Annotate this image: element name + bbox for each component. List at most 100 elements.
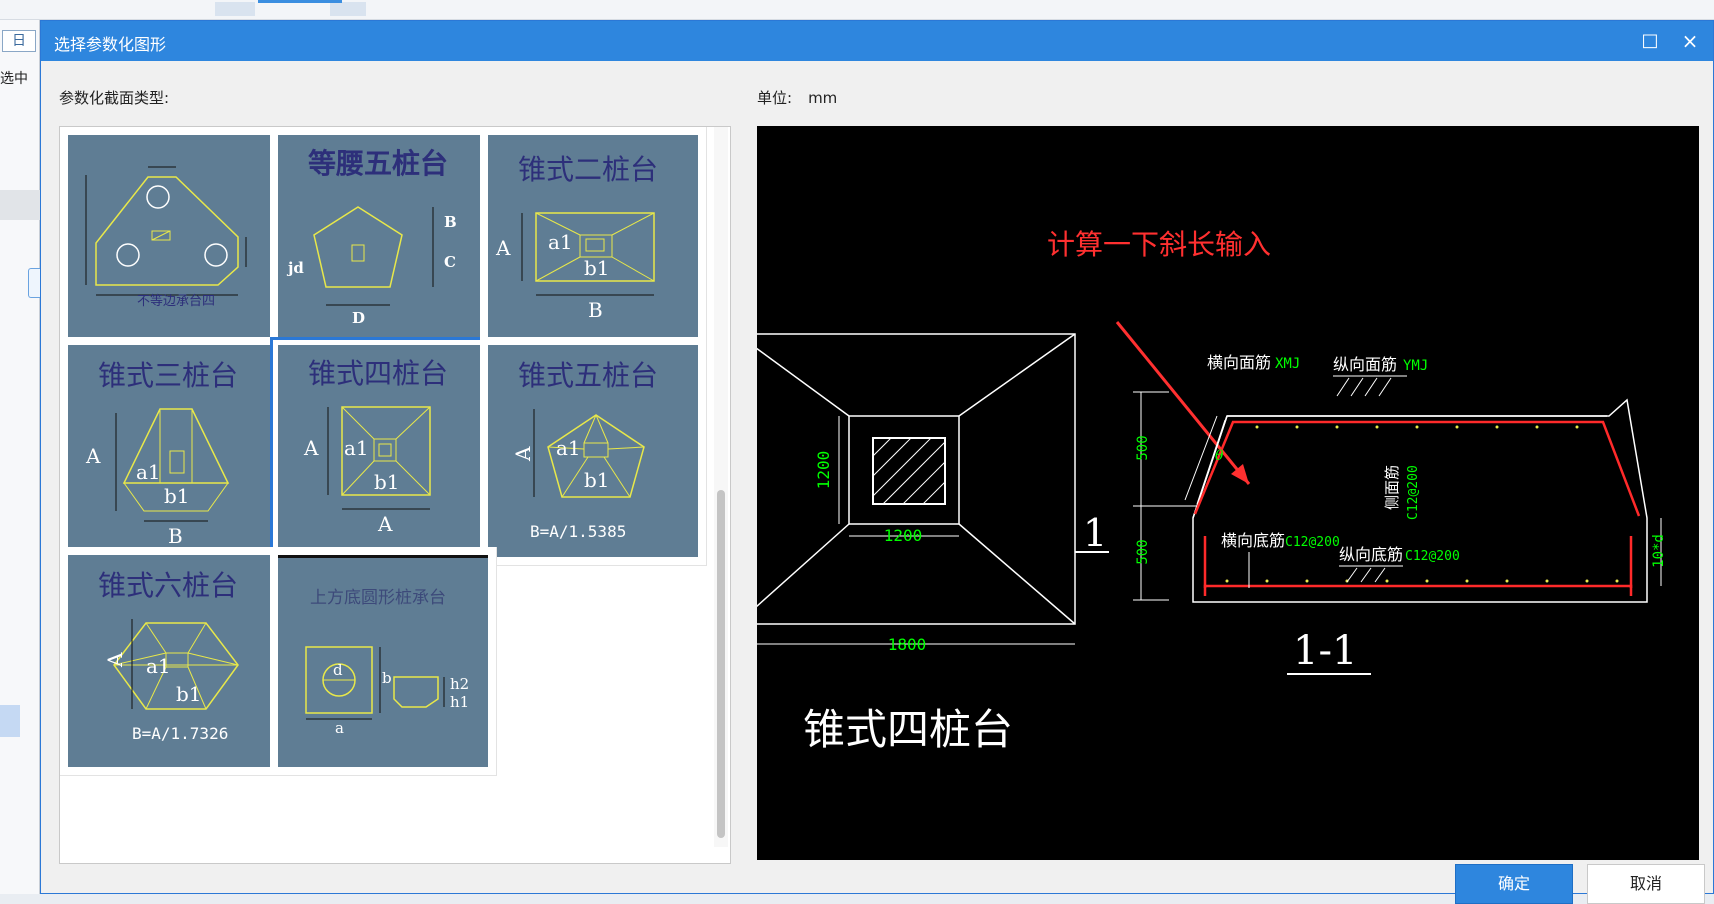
calendar-icon[interactable]: 日 [2,30,36,52]
label-top-long: 纵向面筋 [1333,355,1397,374]
background-sidebar: 日 选中 [0,20,40,894]
shape-dim: b1 [584,256,610,280]
ok-button[interactable]: 确定 [1455,864,1573,904]
background-label: 选中 [0,71,28,87]
label-bot-trans-code: C12@200 [1285,535,1340,550]
shape-dim: A [511,446,535,462]
shape-item[interactable]: 等腰五桩台 B C jd D [270,127,497,356]
shape-item[interactable]: 不等边承台四 [60,127,287,356]
shape-dim: A [377,512,393,536]
cad-preview: 计算一下斜长输入 1200 1200 1800 1 锥式四桩台 θ 500 50… [757,126,1699,860]
maximize-icon[interactable]: □ [1635,27,1665,55]
label-bot-long-code: C12@200 [1405,549,1460,564]
shape-item[interactable]: 上方底圆形桩承台 d b a h2 h1 [270,547,497,776]
shape-dim: a1 [146,654,171,678]
shape-dim: b1 [164,484,190,508]
label-top-trans-code: XMJ [1275,356,1300,372]
shape-thumbnail-cone-four: 锥式四桩台 A a1 b1 A [278,345,488,557]
shape-title: 等腰五桩台 [308,147,448,180]
shape-dim: h2 [450,675,469,693]
shape-dim: d [333,661,343,679]
label-bot-long: 纵向底筋 [1339,545,1403,564]
annotation-text: 计算一下斜长输入 [1047,228,1271,261]
shape-dim: a1 [344,436,369,460]
shape-dim: A [103,652,127,668]
shape-dim: a1 [556,436,581,460]
plan-dim-outer: 1800 [888,635,927,654]
section-dim-right: 10*d [1651,534,1667,568]
shape-dim: D [352,309,365,327]
shape-thumbnail-round-base: 上方底圆形桩承台 d b a h2 h1 [278,555,488,767]
shape-thumbnail-cone-three: 锥式三桩台 A a1 b1 B [68,345,278,557]
shape-item[interactable]: 锥式三桩台 A a1 b1 B [60,337,287,566]
shape-dim: a [335,719,344,737]
cad-drawing: 计算一下斜长输入 1200 1200 1800 1 锥式四桩台 θ 500 50… [757,228,1667,754]
section-dim-top: 500 [1135,435,1151,460]
theta-label: θ [1215,448,1224,464]
unit-label: 单位: mm [757,87,837,108]
shape-thumbnail-cone-five: 锥式五桩台 A a1 b1 B=A/1.5385 [488,345,698,557]
background-selection [0,705,20,737]
shape-dim: B=A/1.5385 [530,522,626,541]
section-type-label: 参数化截面类型: [59,89,170,107]
dialog-title: 选择参数化图形 [54,35,167,54]
background-tab [330,2,366,16]
label-top-long-code: YMJ [1403,358,1428,374]
section-mark: 1 [1083,511,1107,555]
label-side: 侧面筋 [1383,465,1401,510]
section-dim-bottom: 500 [1135,539,1151,564]
shape-item-selected[interactable]: 锥式四桩台 A a1 b1 A [270,337,497,566]
shape-caption: 不等边承台四 [137,293,215,309]
unit-caption: 单位: [757,89,793,107]
dialog-titlebar[interactable]: 选择参数化图形 □ × [41,21,1713,61]
shape-dim: b1 [176,682,202,706]
label-top-trans: 横向面筋 [1207,353,1271,372]
unit-value: mm [808,89,838,107]
shape-thumbnail-cone-six: 锥式六桩台 A a1 b1 B=A/1.7326 [68,555,278,767]
shape-thumbnail-unequal-four: 不等边承台四 [68,135,278,347]
shape-dim: A [303,436,319,460]
shape-dim: b [382,669,392,687]
shape-thumbnail-cone-two: 锥式二桩台 A a1 b1 B [488,135,698,347]
shape-dim: B [168,524,183,548]
background-toolbar [0,0,1714,20]
plan-title: 锥式四桩台 [803,705,1013,754]
shape-dim: B [588,298,603,322]
parametric-shape-dialog: 选择参数化图形 □ × 参数化截面类型: 单位: mm 不等边承台四 等腰五桩台… [40,20,1714,904]
label-side-code: C12@200 [1406,465,1421,520]
shape-title: 锥式五桩台 [518,359,658,392]
shape-dim: h1 [450,693,469,711]
background-panel [0,190,40,220]
background-tab-active [258,0,342,3]
shape-title: 上方底圆形桩承台 [310,588,446,608]
scrollbar-thumb[interactable] [717,490,725,838]
shape-title: 锥式四桩台 [308,357,448,390]
shape-item[interactable]: 锥式五桩台 A a1 b1 B=A/1.5385 [480,337,707,566]
shape-title: 锥式六桩台 [98,569,238,602]
shape-dim: a1 [548,230,573,254]
shape-thumbnail-isosceles-five: 等腰五桩台 B C jd D [278,135,488,347]
shape-dim: C [444,253,456,271]
background-handle[interactable] [28,268,40,298]
shape-dim: A [85,444,101,468]
background-tab [215,2,255,16]
shape-dim: B=A/1.7326 [132,724,228,743]
shape-list[interactable]: 不等边承台四 等腰五桩台 B C jd D 锥式二桩台 A a1 b1 B 锥式… [59,126,731,864]
plan-dim-vertical: 1200 [814,451,833,490]
shape-dim: jd [286,259,304,277]
list-scrollbar[interactable] [714,127,728,847]
shape-dim: A [495,236,511,260]
shape-dim: a1 [136,460,161,484]
plan-dim-inner: 1200 [884,526,923,545]
shape-dim: b1 [584,468,610,492]
close-icon[interactable]: × [1675,27,1705,55]
label-bot-trans: 横向底筋 [1221,531,1285,550]
shape-item[interactable]: 锥式六桩台 A a1 b1 B=A/1.7326 [60,547,287,776]
section-title: 1-1 [1293,628,1357,674]
shape-dim: B [444,213,457,231]
cancel-button[interactable]: 取消 [1587,864,1705,904]
shape-title: 锥式二桩台 [518,153,658,186]
shape-dim: b1 [374,470,400,494]
shape-item[interactable]: 锥式二桩台 A a1 b1 B [480,127,707,356]
shape-title: 锥式三桩台 [98,359,238,392]
